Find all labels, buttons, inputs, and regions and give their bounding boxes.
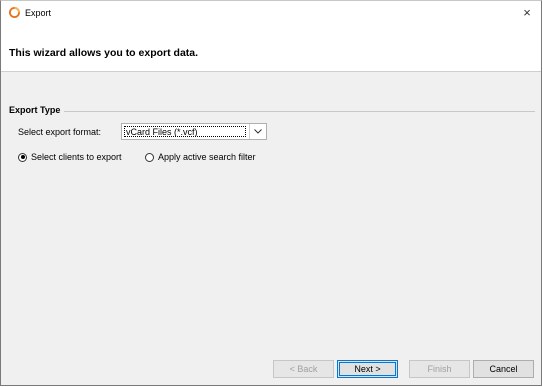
window-title: Export [25,8,52,18]
export-wizard-window: Export × This wizard allows you to expor… [0,0,542,386]
export-format-value: vCard Files (*.vcf) [124,126,246,137]
app-logo-icon [9,7,20,18]
chevron-down-icon [254,129,262,134]
wizard-banner: This wizard allows you to export data. [1,25,541,72]
radio-apply-filter-label: Apply active search filter [158,151,256,162]
radio-select-clients-label: Select clients to export [31,151,122,162]
banner-title: This wizard allows you to export data. [9,47,199,59]
cancel-button[interactable]: Cancel [473,360,534,378]
group-divider [9,111,535,112]
next-button[interactable]: Next > [337,360,398,378]
export-format-dropdown[interactable]: vCard Files (*.vcf) [121,123,267,140]
back-button[interactable]: < Back [273,360,334,378]
close-button[interactable]: × [513,1,541,23]
dropdown-button[interactable] [249,124,266,139]
finish-button[interactable]: Finish [409,360,470,378]
close-icon: × [523,4,531,20]
radio-icon[interactable] [145,152,154,162]
export-type-group-title: Export Type [9,105,65,116]
export-format-label: Select export format: [18,127,102,137]
radio-select-clients[interactable]: Select clients to export [18,151,122,163]
radio-apply-filter[interactable]: Apply active search filter [145,151,256,163]
radio-icon[interactable] [18,152,27,162]
title-bar[interactable]: Export × [1,1,541,25]
